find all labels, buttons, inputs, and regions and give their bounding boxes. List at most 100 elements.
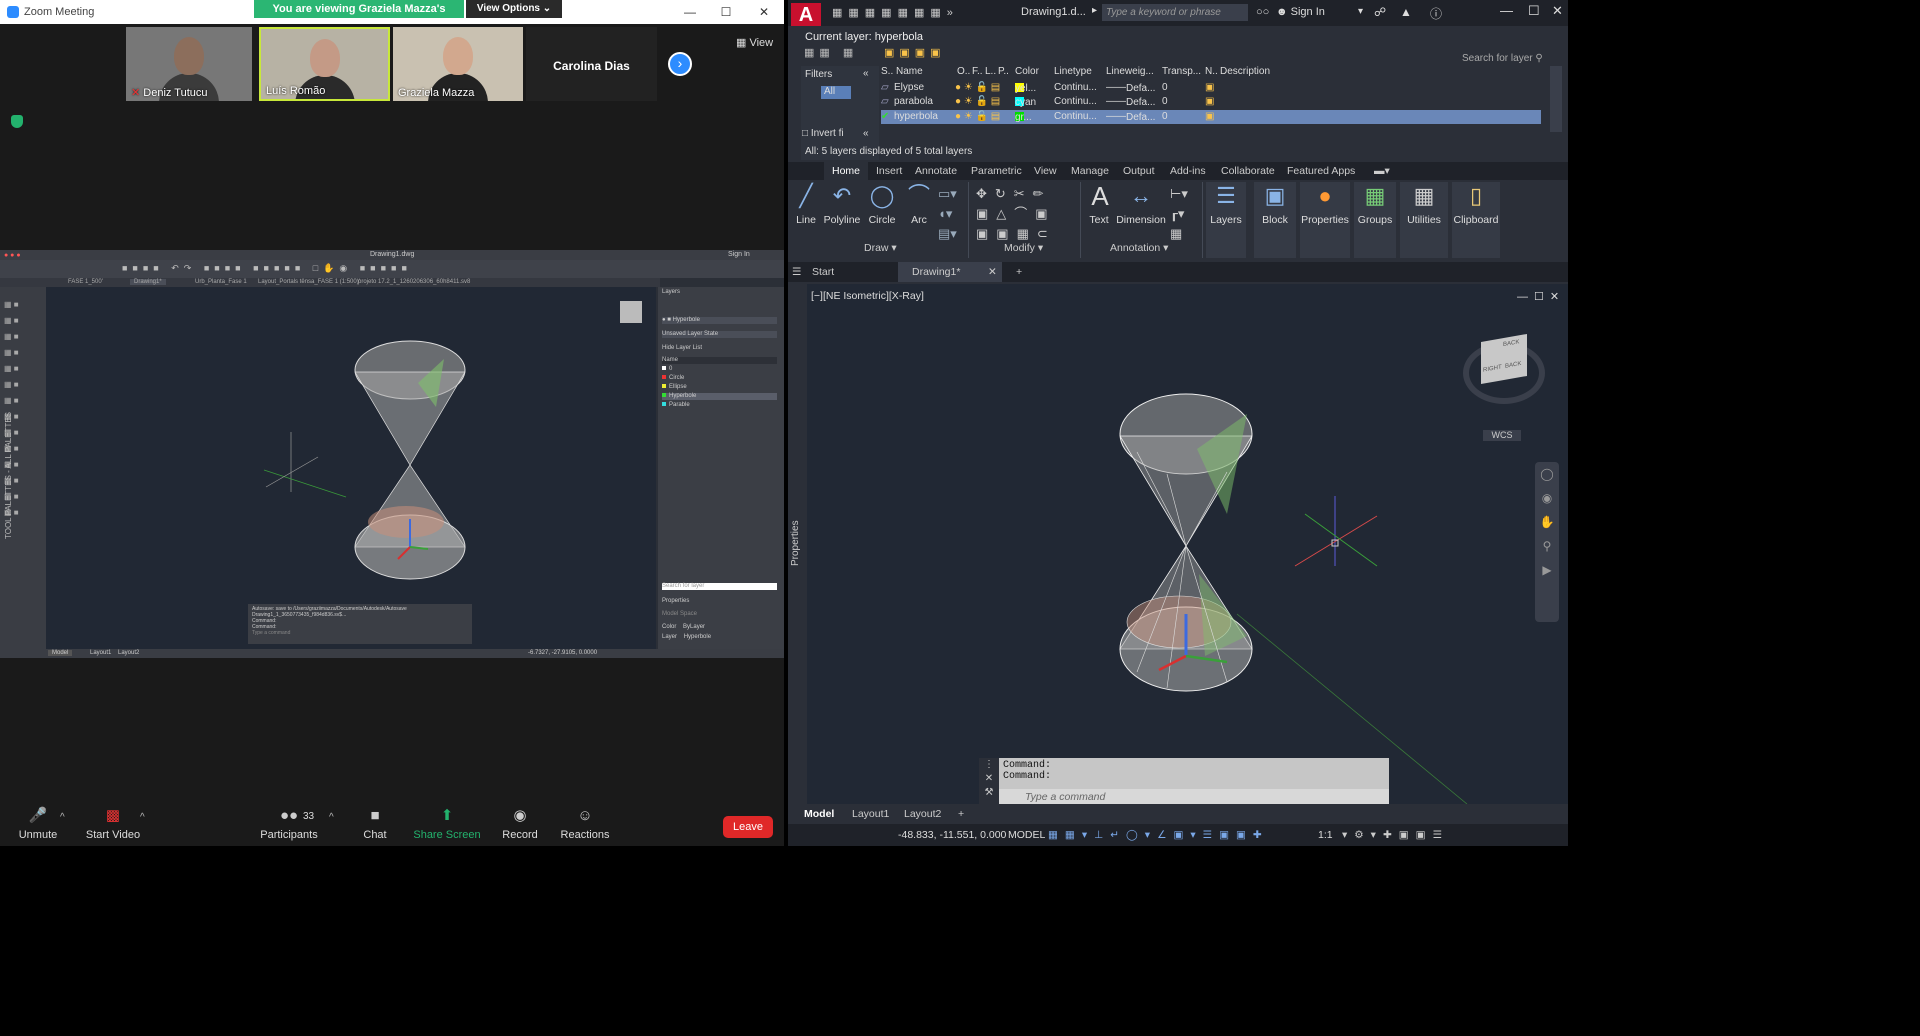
tab-add-ins[interactable]: Add-ins <box>1170 165 1206 177</box>
wcs-menu[interactable]: WCS <box>1483 430 1521 441</box>
utilities-button[interactable]: ▦ Utilities <box>1400 182 1448 258</box>
layer-row[interactable]: ▱ Elypse ● ☀ 🔓 ▤ yel... Continu... —— De… <box>881 81 1541 95</box>
col-linetype[interactable]: Linetype <box>1054 66 1092 80</box>
tab-drawing1[interactable]: Drawing1* <box>912 266 960 278</box>
share-screen-button[interactable]: ⬆ Share Screen <box>412 808 482 842</box>
participant-tile[interactable]: Carolina Dias <box>526 27 657 101</box>
model-viewport[interactable]: [−][NE Isometric][X-Ray] —☐✕ BACK RIGHT … <box>807 284 1568 806</box>
invert-filter-collapse-icon[interactable]: « <box>863 128 869 139</box>
cart-icon[interactable]: ☍ <box>1374 5 1386 19</box>
tab-start[interactable]: Start <box>812 266 834 278</box>
shared-layer-item[interactable]: Hyperbole <box>662 393 777 400</box>
shared-current-layer[interactable]: ● ■ Hyperbole <box>662 317 777 324</box>
layer-actions-toolbar[interactable]: ▣▣▣▣ <box>884 46 946 59</box>
chat-button[interactable]: ■ Chat <box>340 808 410 842</box>
col-lock[interactable]: L.. <box>985 66 996 80</box>
shared-layer-item[interactable]: Ellipse <box>662 384 777 391</box>
layer-filter-toolbar[interactable]: ▦▦ ▦ <box>804 46 858 59</box>
participant-tile[interactable]: Graziela Mazza <box>393 27 523 101</box>
close-icon[interactable]: ✕ <box>756 4 772 20</box>
tab-view[interactable]: View <box>1034 165 1057 177</box>
layer-table-scrollbar[interactable] <box>1550 66 1562 132</box>
minimize-icon[interactable]: — <box>682 4 698 20</box>
draw-small-tools[interactable]: ▭▾ ◖▾ ▤▾ <box>938 184 957 244</box>
layers-button[interactable]: ☰ Layers <box>1206 182 1246 258</box>
invert-filter-checkbox[interactable]: □ Invert fi <box>802 128 844 139</box>
tab-manage[interactable]: Manage <box>1071 165 1109 177</box>
connect-icon[interactable]: ▲ <box>1400 5 1412 19</box>
next-page-button[interactable]: › <box>668 52 692 76</box>
quick-access-toolbar[interactable]: ▦▦▦▦▦▦▦» <box>832 6 959 19</box>
participant-tile[interactable]: Luís Romão <box>259 27 390 101</box>
start-video-button[interactable]: ▩ Start Video <box>78 808 148 842</box>
modify-tools[interactable]: ✥↻✂✏ ▣△⌒▣ ▣▣▦⊂ <box>976 184 1056 244</box>
shared-cmd-input[interactable]: Type a command <box>252 630 468 636</box>
navigation-bar[interactable]: ◯ ◉ ✋ ⚲ ▶ <box>1535 462 1559 622</box>
col-freeze[interactable]: F.. <box>972 66 983 80</box>
draw-group-label[interactable]: Draw ▾ <box>864 242 897 254</box>
tab-collaborate[interactable]: Collaborate <box>1221 165 1275 177</box>
tab-annotate[interactable]: Annotate <box>915 165 957 177</box>
tab-insert[interactable]: Insert <box>876 165 902 177</box>
annotation-group-label[interactable]: Annotation ▾ <box>1110 242 1168 254</box>
properties-button[interactable]: ● Properties <box>1300 182 1350 258</box>
drafting-toggles[interactable]: ▦▦▾⊥↵◯▾∠▣▾☰▣▣✚ <box>1048 829 1269 841</box>
encryption-shield-icon[interactable] <box>11 115 23 128</box>
shared-layer-state[interactable]: Unsaved Layer State <box>662 331 777 338</box>
maximize-icon[interactable]: ☐ <box>718 4 734 20</box>
filter-all[interactable]: All <box>821 86 851 99</box>
reactions-button[interactable]: ☺ Reactions <box>550 808 620 842</box>
close-tab-icon[interactable]: ✕ <box>988 266 997 278</box>
view-button[interactable]: ▦ View <box>736 36 773 49</box>
collapse-filters-icon[interactable]: « <box>863 68 869 79</box>
col-plot[interactable]: P.. <box>998 66 1009 80</box>
shared-model-tab[interactable]: Model <box>48 650 73 656</box>
shared-layout-tab[interactable]: Layout2 <box>118 650 139 656</box>
groups-button[interactable]: ▦ Groups <box>1354 182 1396 258</box>
tab-parametric[interactable]: Parametric <box>971 165 1022 177</box>
new-layout-icon[interactable]: + <box>958 808 964 820</box>
dimension-button[interactable]: ↔ Dimension <box>1116 182 1166 226</box>
col-transparency[interactable]: Transp... <box>1162 66 1201 80</box>
audio-options-chevron-icon[interactable]: ^ <box>60 812 65 823</box>
autocad-logo-button[interactable]: A <box>791 3 821 27</box>
shared-layer-search[interactable]: Search for layer <box>662 583 777 590</box>
annotation-small-tools[interactable]: ⊢▾ ┎▾ ▦ <box>1170 184 1188 244</box>
account-dropdown-icon[interactable]: ▾ <box>1358 6 1363 17</box>
shared-layer-item[interactable]: Circle <box>662 375 777 382</box>
col-lineweight[interactable]: Lineweig... <box>1106 66 1154 80</box>
shared-hide-layer-list[interactable]: Hide Layer List <box>662 345 777 352</box>
col-name[interactable]: Name <box>896 66 923 80</box>
arc-button[interactable]: ⌒ Arc <box>904 182 934 226</box>
video-options-chevron-icon[interactable]: ^ <box>140 812 145 823</box>
tab-home[interactable]: Home <box>824 162 869 180</box>
leave-button[interactable]: Leave <box>723 816 773 838</box>
annotation-scale[interactable]: 1:1 <box>1318 829 1333 841</box>
text-button[interactable]: A Text <box>1086 182 1112 226</box>
help-icon[interactable]: ⓘ <box>1430 5 1442 22</box>
polyline-button[interactable]: ↶ Polyline <box>822 182 862 226</box>
status-tools[interactable]: ▾⚙▾✚▣▣☰ <box>1342 829 1449 841</box>
minimize-icon[interactable]: — <box>1500 3 1513 18</box>
viewcube[interactable]: BACK RIGHT BACK <box>1481 333 1527 385</box>
col-status[interactable]: S.. <box>881 66 893 80</box>
modify-group-label[interactable]: Modify ▾ <box>1004 242 1043 254</box>
tab-output[interactable]: Output <box>1123 165 1155 177</box>
block-button[interactable]: ▣ Block <box>1254 182 1296 258</box>
keyword-search-input[interactable]: Type a keyword or phrase <box>1102 4 1248 21</box>
maximize-icon[interactable]: ☐ <box>1528 3 1540 19</box>
new-tab-icon[interactable]: + <box>1016 266 1022 278</box>
shared-layout-tab[interactable]: Layout1 <box>90 650 111 656</box>
close-icon[interactable]: ✕ <box>1552 3 1563 19</box>
start-menu-icon[interactable]: ☰ <box>792 266 801 278</box>
properties-side-panel[interactable]: Properties <box>788 284 807 804</box>
tab-layout1[interactable]: Layout1 <box>852 808 889 820</box>
record-button[interactable]: ◉ Record <box>485 808 555 842</box>
participants-chevron-icon[interactable]: ^ <box>329 812 334 823</box>
shared-layer-item[interactable]: 0 <box>662 366 777 373</box>
col-color[interactable]: Color <box>1015 66 1039 80</box>
circle-button[interactable]: ◯ Circle <box>866 182 898 226</box>
layer-row[interactable]: ▱ parabola ● ☀ 🔓 ▤ cyan Continu... —— De… <box>881 95 1541 109</box>
shared-layer-item[interactable]: Parable <box>662 402 777 409</box>
tab-featured-apps[interactable]: Featured Apps <box>1287 165 1355 177</box>
